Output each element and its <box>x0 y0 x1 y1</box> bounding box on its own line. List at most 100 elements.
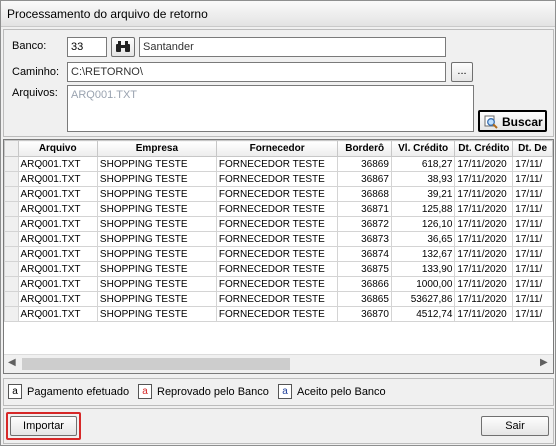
table-cell: SHOPPING TESTE <box>96 201 217 217</box>
table-row[interactable]: ARQ001.TXT SHOPPING TESTE FORNECEDOR TESTE… <box>4 216 553 232</box>
arquivos-field[interactable]: ARQ001.TXT <box>67 85 474 132</box>
table-cell: 17/11/2020 <box>454 231 514 247</box>
results-grid[interactable]: Arquivo Empresa Fornecedor Borderô Vl. Crédi… <box>3 139 554 374</box>
table-cell: 53627,86 <box>390 291 456 307</box>
table-cell: 36865 <box>337 291 392 307</box>
sair-button[interactable]: Sair <box>481 416 549 436</box>
table-cell: FORNECEDOR TESTE <box>215 291 339 307</box>
table-row[interactable]: ARQ001.TXT SHOPPING TESTE FORNECEDOR TESTE… <box>4 231 553 247</box>
window-title: Processamento do arquivo de retorno <box>7 7 208 21</box>
table-cell: 133,90 <box>390 261 456 277</box>
column-header[interactable]: Empresa <box>96 140 217 157</box>
table-cell: ARQ001.TXT <box>17 261 98 277</box>
table-cell: 39,21 <box>390 186 456 202</box>
table-row[interactable]: ARQ001.TXT SHOPPING TESTE FORNECEDOR TESTE… <box>4 156 553 172</box>
caminho-label: Caminho: <box>12 66 60 78</box>
table-cell: SHOPPING TESTE <box>96 231 217 247</box>
row-indicator[interactable] <box>4 291 19 307</box>
banco-code-field[interactable]: 33 <box>67 37 107 57</box>
row-indicator[interactable] <box>4 246 19 262</box>
table-cell: SHOPPING TESTE <box>96 291 217 307</box>
caminho-field[interactable]: C:\RETORNO\ <box>67 62 446 82</box>
horizontal-scrollbar[interactable]: ◀ ▶ <box>4 354 553 373</box>
row-indicator[interactable] <box>4 261 19 277</box>
row-indicator[interactable] <box>4 156 19 172</box>
table-cell: 36873 <box>337 231 392 247</box>
table-cell: ARQ001.TXT <box>17 291 98 307</box>
column-header[interactable]: Fornecedor <box>215 140 339 157</box>
scrollbar-thumb[interactable] <box>22 358 290 370</box>
table-cell: 17/11/ <box>512 276 553 292</box>
table-cell: 17/11/ <box>512 261 553 277</box>
table-cell: FORNECEDOR TESTE <box>215 261 339 277</box>
grid-header-row: Arquivo Empresa Fornecedor Borderô Vl. Crédi… <box>4 140 553 157</box>
table-cell: 36869 <box>337 156 392 172</box>
table-cell: 38,93 <box>390 171 456 187</box>
scroll-left-icon[interactable]: ◀ <box>8 357 16 368</box>
table-cell: 17/11/2020 <box>454 291 514 307</box>
table-row[interactable]: ARQ001.TXT SHOPPING TESTE FORNECEDOR TESTE… <box>4 261 553 277</box>
table-cell: SHOPPING TESTE <box>96 171 217 187</box>
row-indicator[interactable] <box>4 201 19 217</box>
table-cell: 17/11/ <box>512 156 553 172</box>
table-cell: FORNECEDOR TESTE <box>215 186 339 202</box>
row-indicator[interactable] <box>4 186 19 202</box>
table-cell: FORNECEDOR TESTE <box>215 276 339 292</box>
table-row[interactable]: ARQ001.TXT SHOPPING TESTE FORNECEDOR TESTE… <box>4 186 553 202</box>
table-cell: 17/11/2020 <box>454 201 514 217</box>
importar-button[interactable]: Importar <box>10 416 77 436</box>
table-cell: SHOPPING TESTE <box>96 276 217 292</box>
table-cell: 17/11/2020 <box>454 216 514 232</box>
table-cell: 17/11/2020 <box>454 261 514 277</box>
row-indicator[interactable] <box>4 276 19 292</box>
scroll-right-icon[interactable]: ▶ <box>540 357 548 368</box>
table-cell: 36872 <box>337 216 392 232</box>
table-cell: 17/11/ <box>512 231 553 247</box>
table-row[interactable]: ARQ001.TXT SHOPPING TESTE FORNECEDOR TESTE… <box>4 291 553 307</box>
table-cell: 17/11/ <box>512 216 553 232</box>
column-header[interactable]: Vl. Crédito <box>390 140 456 157</box>
table-cell: 618,27 <box>390 156 456 172</box>
magnifier-icon <box>484 115 498 129</box>
table-cell: FORNECEDOR TESTE <box>215 231 339 247</box>
column-header[interactable]: Borderô <box>337 140 392 157</box>
table-cell: 17/11/2020 <box>454 246 514 262</box>
table-cell: ARQ001.TXT <box>17 171 98 187</box>
table-cell: 36875 <box>337 261 392 277</box>
table-cell: ARQ001.TXT <box>17 216 98 232</box>
column-header[interactable]: Dt. Crédito <box>454 140 514 157</box>
arquivos-label: Arquivos: <box>12 87 58 99</box>
row-indicator[interactable] <box>4 171 19 187</box>
table-cell: 17/11/2020 <box>454 186 514 202</box>
row-indicator[interactable] <box>4 231 19 247</box>
table-row[interactable]: ARQ001.TXT SHOPPING TESTE FORNECEDOR TESTE… <box>4 246 553 262</box>
table-row[interactable]: ARQ001.TXT SHOPPING TESTE FORNECEDOR TESTE… <box>4 201 553 217</box>
row-indicator-header <box>4 140 19 157</box>
table-cell: FORNECEDOR TESTE <box>215 246 339 262</box>
legend-label-pagamento: Pagamento efetuado <box>27 386 130 398</box>
table-cell: 126,10 <box>390 216 456 232</box>
row-indicator[interactable] <box>4 216 19 232</box>
bank-search-button[interactable] <box>111 37 135 57</box>
table-cell: FORNECEDOR TESTE <box>215 171 339 187</box>
grid-body: ARQ001.TXT SHOPPING TESTE FORNECEDOR TESTE… <box>4 156 553 322</box>
table-cell: 36874 <box>337 246 392 262</box>
table-cell: 125,88 <box>390 201 456 217</box>
table-cell: 36866 <box>337 276 392 292</box>
table-row[interactable]: ARQ001.TXT SHOPPING TESTE FORNECEDOR TESTE… <box>4 171 553 187</box>
column-header[interactable]: Arquivo <box>17 140 98 157</box>
table-row[interactable]: ARQ001.TXT SHOPPING TESTE FORNECEDOR TESTE… <box>4 306 553 322</box>
legend-swatch-reprovado: a <box>138 384 152 399</box>
table-cell: 17/11/ <box>512 186 553 202</box>
buscar-button[interactable]: Buscar <box>478 110 547 132</box>
row-indicator[interactable] <box>4 306 19 322</box>
table-row[interactable]: ARQ001.TXT SHOPPING TESTE FORNECEDOR TESTE… <box>4 276 553 292</box>
legend-label-aceito: Aceito pelo Banco <box>297 386 386 398</box>
table-cell: 17/11/2020 <box>454 276 514 292</box>
table-cell: 17/11/ <box>512 291 553 307</box>
table-cell: 17/11/2020 <box>454 306 514 322</box>
table-cell: SHOPPING TESTE <box>96 306 217 322</box>
column-header[interactable]: Dt. De <box>512 140 553 157</box>
browse-button[interactable]: ... <box>451 62 473 82</box>
legend-swatch-pagamento: a <box>8 384 22 399</box>
